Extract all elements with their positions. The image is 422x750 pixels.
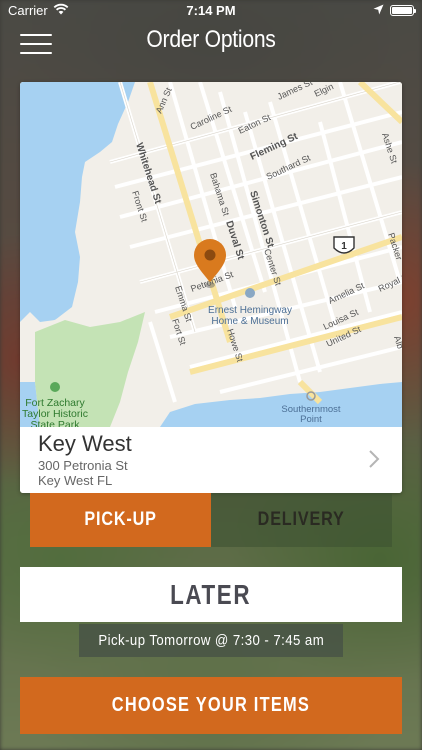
later-label: LATER [170,578,252,610]
location-address-line2: Key West FL [38,473,113,488]
page-title: Order Options [146,26,276,53]
location-card: 1 Ann St Caroline St Eaton St James St E… [20,82,402,500]
pickup-label: PICK-UP [84,509,157,530]
chevron-right-icon [369,450,380,468]
location-address-line1: 300 Petronia St [38,458,128,473]
pickup-time-badge: Pick-up Tomorrow @ 7:30 - 7:45 am [79,624,343,657]
svg-text:State Park: State Park [30,419,80,427]
status-right [373,3,416,18]
location-name: Key West [38,431,132,456]
battery-icon [390,5,416,16]
svg-text:Point: Point [300,414,322,425]
status-bar: Carrier 7:14 PM [0,0,422,22]
delivery-tab[interactable]: DELIVERY [211,493,392,547]
svg-text:1: 1 [341,241,347,252]
highway-shield: 1 [333,236,355,254]
pickup-tab[interactable]: PICK-UP [30,493,211,547]
svg-text:Home & Museum: Home & Museum [211,316,288,327]
delivery-label: DELIVERY [258,509,345,530]
map-view[interactable]: 1 Ann St Caroline St Eaton St James St E… [20,82,402,427]
choose-items-button[interactable]: CHOOSE YOUR ITEMS [20,677,402,734]
navigation-bar: Order Options [0,22,422,62]
pickup-time-text: Pick-up Tomorrow @ 7:30 - 7:45 am [98,632,324,649]
selected-location[interactable]: Key West 300 Petronia St Key West FL [20,427,402,493]
svg-text:Ernest Hemingway: Ernest Hemingway [208,305,292,316]
choose-items-label: CHOOSE YOUR ITEMS [111,694,311,716]
battery-fill [392,7,412,14]
later-button[interactable]: LATER [20,567,402,622]
status-time: 7:14 PM [186,3,236,18]
location-arrow-icon [373,3,384,18]
